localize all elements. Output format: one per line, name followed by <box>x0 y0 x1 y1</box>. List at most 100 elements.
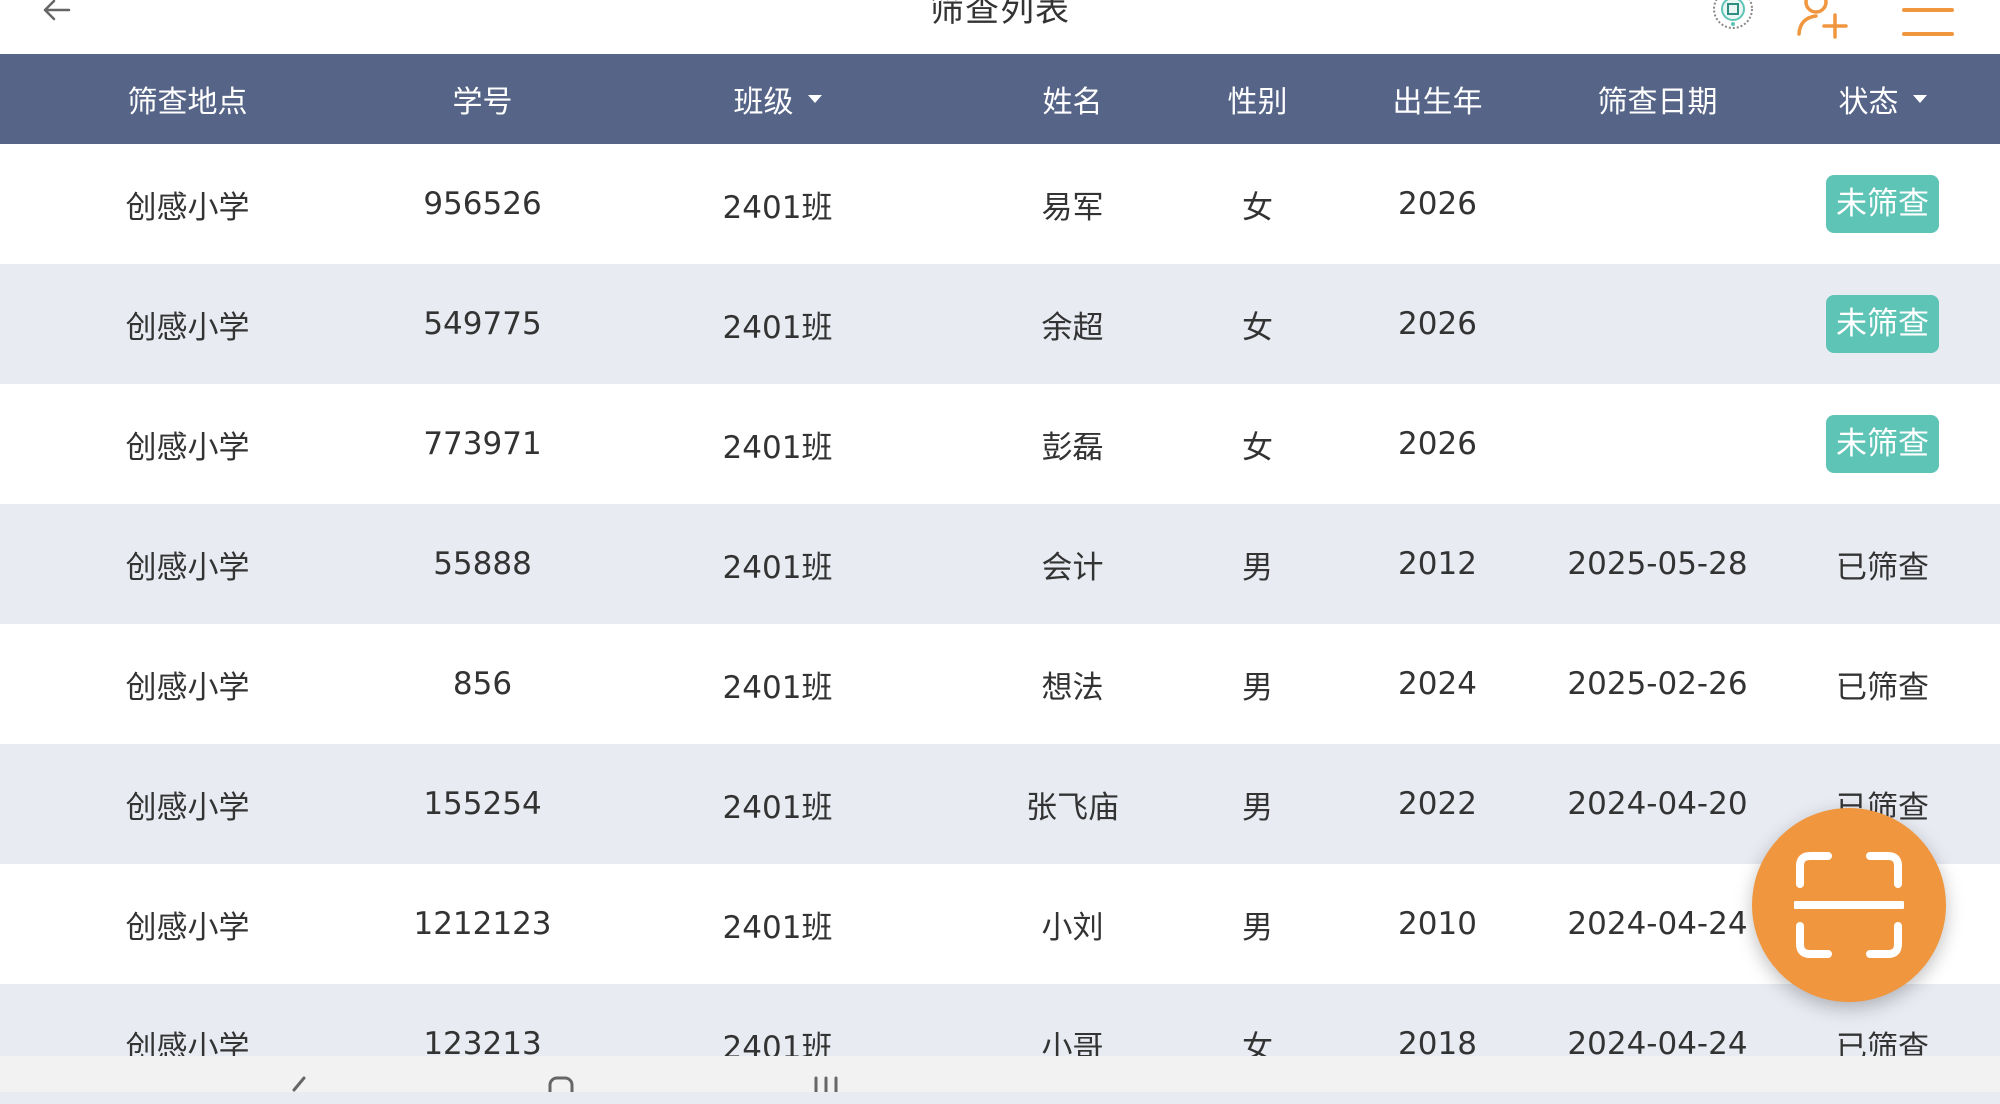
nav-recents-button[interactable] <box>808 1076 848 1092</box>
qr-code-button[interactable] <box>1710 0 1756 32</box>
cell-site: 创感小学 <box>70 384 305 504</box>
cell-site: 创感小学 <box>70 264 305 384</box>
cell-class: 2401班 <box>660 624 895 744</box>
column-header-site[interactable]: 筛查地点 <box>70 54 305 144</box>
cell-text: 男 <box>1242 669 1273 706</box>
cell-text: 彭磊 <box>1041 429 1104 466</box>
cell-text: 创感小学 <box>125 669 250 706</box>
cell-text: 创感小学 <box>125 909 250 946</box>
scan-button[interactable] <box>1752 808 1946 1002</box>
cell-class: 2401班 <box>660 504 895 624</box>
cell-id: 856 <box>365 624 600 744</box>
cell-text: 2025-05-28 <box>1567 546 1748 582</box>
column-header-id[interactable]: 学号 <box>365 54 600 144</box>
nav-back-icon <box>292 1076 306 1092</box>
cell-text: 创感小学 <box>125 189 250 226</box>
cell-text: 55888 <box>433 546 532 582</box>
cell-gender: 男 <box>1190 744 1325 864</box>
cell-gender: 男 <box>1190 504 1325 624</box>
cell-text: 549775 <box>423 306 542 342</box>
cell-id: 956526 <box>365 144 600 264</box>
column-header-gender[interactable]: 性别 <box>1190 54 1325 144</box>
cell-class: 2401班 <box>660 744 895 864</box>
cell-id: 1212123 <box>365 864 600 984</box>
cell-birth: 2010 <box>1325 864 1550 984</box>
cell-text: 2401班 <box>722 909 833 946</box>
column-header-label: 出生年 <box>1392 85 1483 120</box>
column-header-label: 性别 <box>1227 85 1288 120</box>
cell-text: 2026 <box>1398 306 1477 342</box>
cell-date: 2025-05-28 <box>1550 504 1765 624</box>
cell-birth: 2026 <box>1325 264 1550 384</box>
cell-class: 2401班 <box>660 864 895 984</box>
cell-name: 想法 <box>955 624 1190 744</box>
cell-text: 2401班 <box>722 549 833 586</box>
caret-down-icon <box>807 95 822 103</box>
status-badge-pending: 未筛查 <box>1826 295 1939 353</box>
cell-text: 易军 <box>1041 189 1104 226</box>
menu-button[interactable] <box>1902 2 1954 38</box>
table-row[interactable]: 创感小学 773971 2401班 彭磊 女 2026 未筛查 <box>0 384 2000 504</box>
cell-text: 2012 <box>1398 546 1477 582</box>
cell-text: 创感小学 <box>125 309 250 346</box>
table-row[interactable]: 创感小学 155254 2401班 张飞庙男 2022 2024-04-20 已筛查 <box>0 744 2000 864</box>
cell-gender: 女 <box>1190 384 1325 504</box>
cell-name: 小刘 <box>955 864 1190 984</box>
scan-icon <box>1794 852 1904 958</box>
cell-text: 创感小学 <box>125 789 250 826</box>
table-row[interactable]: 创感小学 856 2401班 想法 男 2024 2025-02-26 已筛查 <box>0 624 2000 744</box>
cell-text: 创感小学 <box>125 549 250 586</box>
column-header-label: 状态 <box>1838 85 1899 120</box>
cell-site: 创感小学 <box>70 624 305 744</box>
cell-text: 956526 <box>423 186 542 222</box>
cell-id: 155254 <box>365 744 600 864</box>
cell-text: 女 <box>1242 309 1273 346</box>
cell-text: 张飞庙 <box>1026 789 1119 826</box>
cell-date: 2024-04-20 <box>1550 744 1765 864</box>
add-user-button[interactable] <box>1796 0 1852 40</box>
cell-class: 2401班 <box>660 384 895 504</box>
cell-site: 创感小学 <box>70 744 305 864</box>
nav-back-button[interactable] <box>278 1076 318 1092</box>
cell-gender: 男 <box>1190 864 1325 984</box>
cell-date <box>1550 144 1765 264</box>
cell-text: 2010 <box>1398 906 1477 942</box>
column-header-label: 姓名 <box>1042 85 1103 120</box>
table-row[interactable]: 创感小学 55888 2401班 会计 男 2012 2025-05-28 已筛查 <box>0 504 2000 624</box>
column-header-birth[interactable]: 出生年 <box>1325 54 1550 144</box>
cell-site: 创感小学 <box>70 864 305 984</box>
cell-status: 未筛查 <box>1765 144 2000 264</box>
nav-home-button[interactable] <box>540 1076 580 1092</box>
cell-text: 1212123 <box>413 906 552 942</box>
cell-birth: 2026 <box>1325 384 1550 504</box>
cell-text: 2024-04-20 <box>1567 786 1748 822</box>
top-app-bar: 筛查列表 <box>0 0 2000 54</box>
column-header-date[interactable]: 筛查日期 <box>1550 54 1765 144</box>
column-header-name[interactable]: 姓名 <box>955 54 1190 144</box>
cell-text: 女 <box>1242 429 1273 466</box>
cell-name: 彭磊 <box>955 384 1190 504</box>
status-badge-pending: 未筛查 <box>1826 415 1939 473</box>
table-row[interactable]: 创感小学12121232401班小刘男20102024-04-24已筛查 <box>0 864 2000 984</box>
caret-down-icon <box>1912 95 1927 103</box>
cell-text: 余超 <box>1041 309 1104 346</box>
cell-birth: 2024 <box>1325 624 1550 744</box>
nav-home-icon <box>548 1076 574 1092</box>
cell-text: 2022 <box>1398 786 1477 822</box>
cell-id: 549775 <box>365 264 600 384</box>
table-row[interactable]: 创感小学 956526 2401班 易军 女 2026 未筛查 <box>0 144 2000 264</box>
cell-text: 小刘 <box>1041 909 1104 946</box>
cell-gender: 男 <box>1190 624 1325 744</box>
cell-text: 856 <box>452 666 513 702</box>
column-header-class[interactable]: 班级 <box>660 54 895 144</box>
cell-date: 2024-04-24 <box>1550 864 1765 984</box>
cell-site: 创感小学 <box>70 504 305 624</box>
column-header-status[interactable]: 状态 <box>1765 54 2000 144</box>
cell-text: 会计 <box>1041 549 1104 586</box>
cell-name: 余超 <box>955 264 1190 384</box>
cell-status: 未筛查 <box>1765 384 2000 504</box>
cell-birth: 2022 <box>1325 744 1550 864</box>
cell-id: 773971 <box>365 384 600 504</box>
table-row[interactable]: 创感小学 549775 2401班 余超 女 2026 未筛查 <box>0 264 2000 384</box>
status-text-done: 已筛查 <box>1836 669 1929 706</box>
